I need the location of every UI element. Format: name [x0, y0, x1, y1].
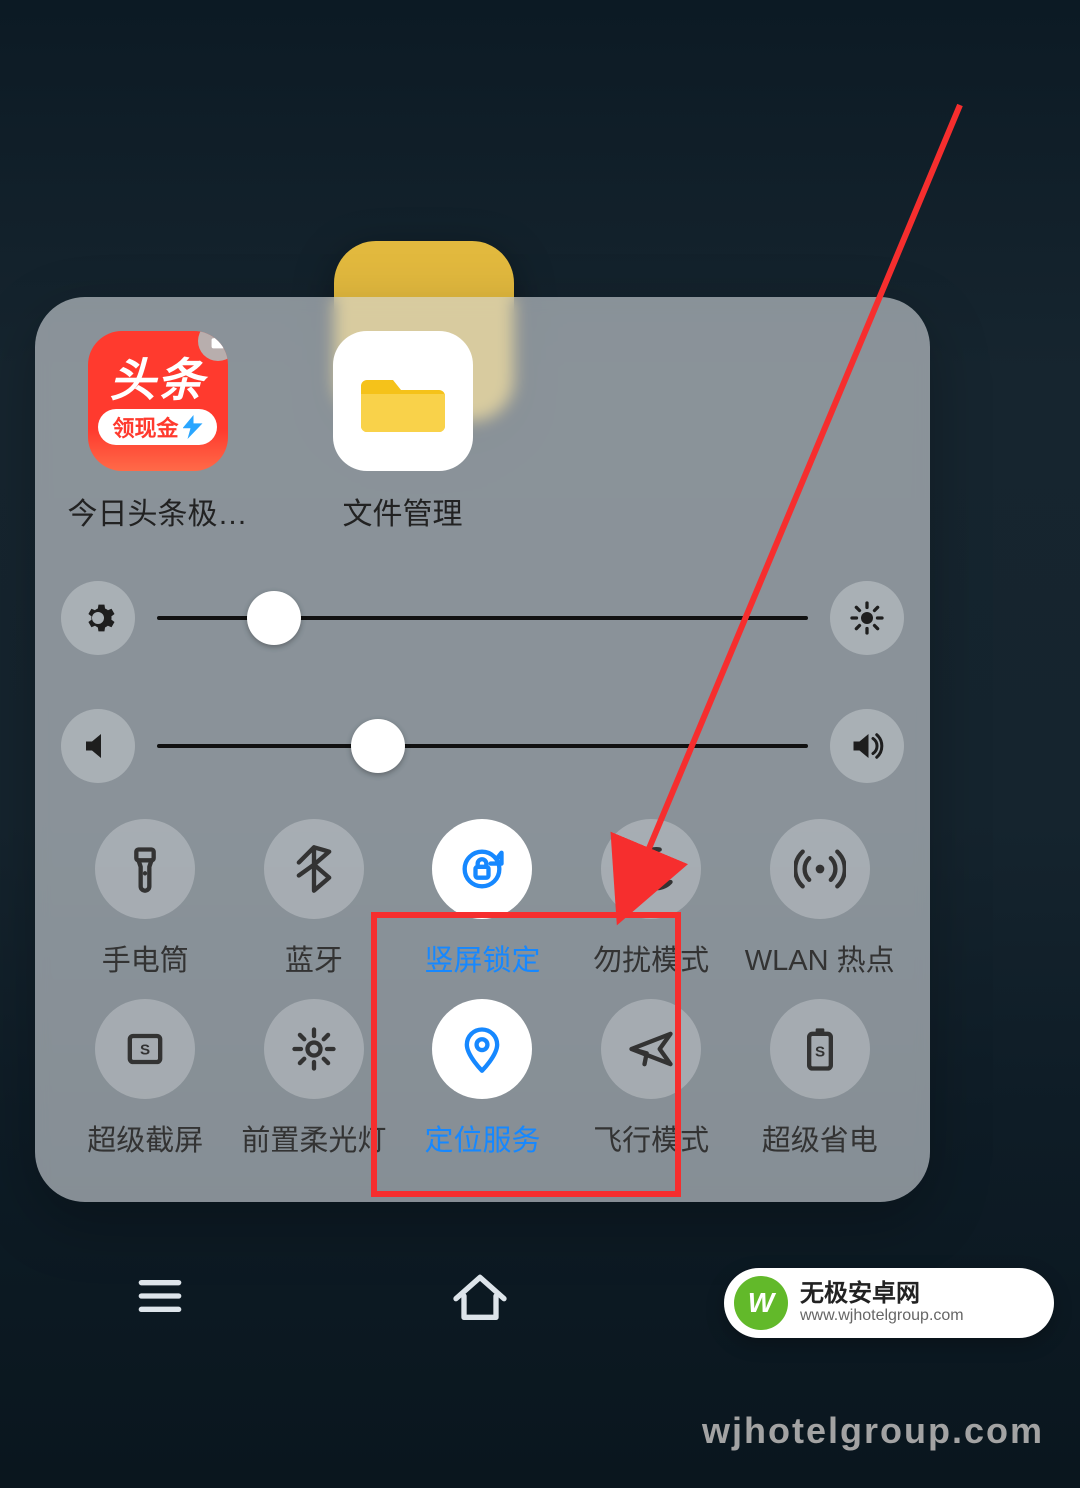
nav-home-button[interactable]	[448, 1264, 512, 1333]
rotation-lock-icon	[456, 843, 508, 895]
toggle-flashlight[interactable]: 手电筒	[61, 819, 230, 979]
toggle-label: 竖屏锁定	[424, 937, 540, 979]
app-file-manager[interactable]: 文件管理	[320, 331, 485, 533]
app-toutiao[interactable]: 头条 领现金 今日头条极…	[75, 331, 240, 533]
nav-recents-button[interactable]	[128, 1264, 192, 1333]
toggle-rotation-lock[interactable]: 竖屏锁定	[398, 819, 567, 979]
bluetooth-icon	[288, 843, 340, 895]
moon-icon	[625, 843, 677, 895]
airplane-icon	[625, 1023, 677, 1075]
front-light-icon	[288, 1023, 340, 1075]
recent-apps-row: 头条 领现金 今日头条极…	[61, 331, 904, 533]
toggle-label: 前置柔光灯	[241, 1117, 386, 1159]
app-icon-toutiao: 头条 领现金	[88, 331, 228, 471]
location-pin-icon	[456, 1023, 508, 1075]
watermark-title: 无极安卓网	[800, 1281, 964, 1307]
toggle-label: 定位服务	[424, 1117, 540, 1159]
watermark-subtitle: www.wjhotelgroup.com	[800, 1307, 964, 1325]
toggle-label: 蓝牙	[285, 937, 343, 979]
toggle-airplane[interactable]: 飞行模式	[567, 999, 736, 1159]
app-label: 今日头条极…	[68, 489, 248, 533]
brightness-icon	[849, 600, 885, 636]
battery-saver-icon: S	[794, 1023, 846, 1075]
toggle-label: 飞行模式	[593, 1117, 709, 1159]
volume-slider[interactable]	[157, 709, 808, 783]
app-label: 文件管理	[343, 489, 463, 533]
settings-button[interactable]	[61, 581, 135, 655]
wallpaper: 头条 领现金 今日头条极…	[0, 0, 1080, 1488]
toggle-hotspot[interactable]: WLAN 热点	[735, 819, 904, 979]
quick-settings-panel: 头条 领现金 今日头条极…	[35, 297, 930, 1202]
volume-high-icon	[849, 728, 885, 764]
toggle-label: WLAN 热点	[745, 937, 895, 979]
home-icon	[448, 1264, 512, 1328]
watermark-logo-icon: W	[734, 1276, 788, 1330]
toggles-grid: 手电筒 蓝牙 竖屏锁定 勿扰模式 WLAN 热点 S 超级截屏	[61, 819, 904, 1159]
volume-row	[61, 709, 904, 783]
toggle-location[interactable]: 定位服务	[398, 999, 567, 1159]
toggle-bluetooth[interactable]: 蓝牙	[230, 819, 399, 979]
brightness-max-button[interactable]	[830, 581, 904, 655]
folder-icon	[333, 331, 473, 471]
volume-low-icon	[80, 728, 116, 764]
toutiao-logo-text: 头条	[110, 357, 206, 403]
flashlight-icon	[119, 843, 171, 895]
watermark-url: wjhotelgroup.com	[702, 1410, 1044, 1452]
toggle-label: 超级截屏	[87, 1117, 203, 1159]
watermark-chip: W 无极安卓网 www.wjhotelgroup.com	[724, 1268, 1054, 1338]
recents-icon	[128, 1264, 192, 1328]
toggle-power-saving[interactable]: S 超级省电	[735, 999, 904, 1159]
toggle-label: 手电筒	[102, 937, 189, 979]
gear-icon	[80, 600, 116, 636]
screenshot-icon: S	[119, 1023, 171, 1075]
svg-text:S: S	[815, 1044, 825, 1061]
toggle-dnd[interactable]: 勿扰模式	[567, 819, 736, 979]
toggle-label: 超级省电	[762, 1117, 878, 1159]
toggle-label: 勿扰模式	[593, 937, 709, 979]
brightness-slider[interactable]	[157, 581, 808, 655]
volume-mute-button[interactable]	[61, 709, 135, 783]
toggle-front-light[interactable]: 前置柔光灯	[230, 999, 399, 1159]
toggle-screenshot[interactable]: S 超级截屏	[61, 999, 230, 1159]
hotspot-icon	[794, 843, 846, 895]
volume-max-button[interactable]	[830, 709, 904, 783]
toutiao-bonus-badge: 领现金	[98, 409, 216, 445]
brightness-row	[61, 581, 904, 655]
svg-text:S: S	[140, 1041, 150, 1058]
